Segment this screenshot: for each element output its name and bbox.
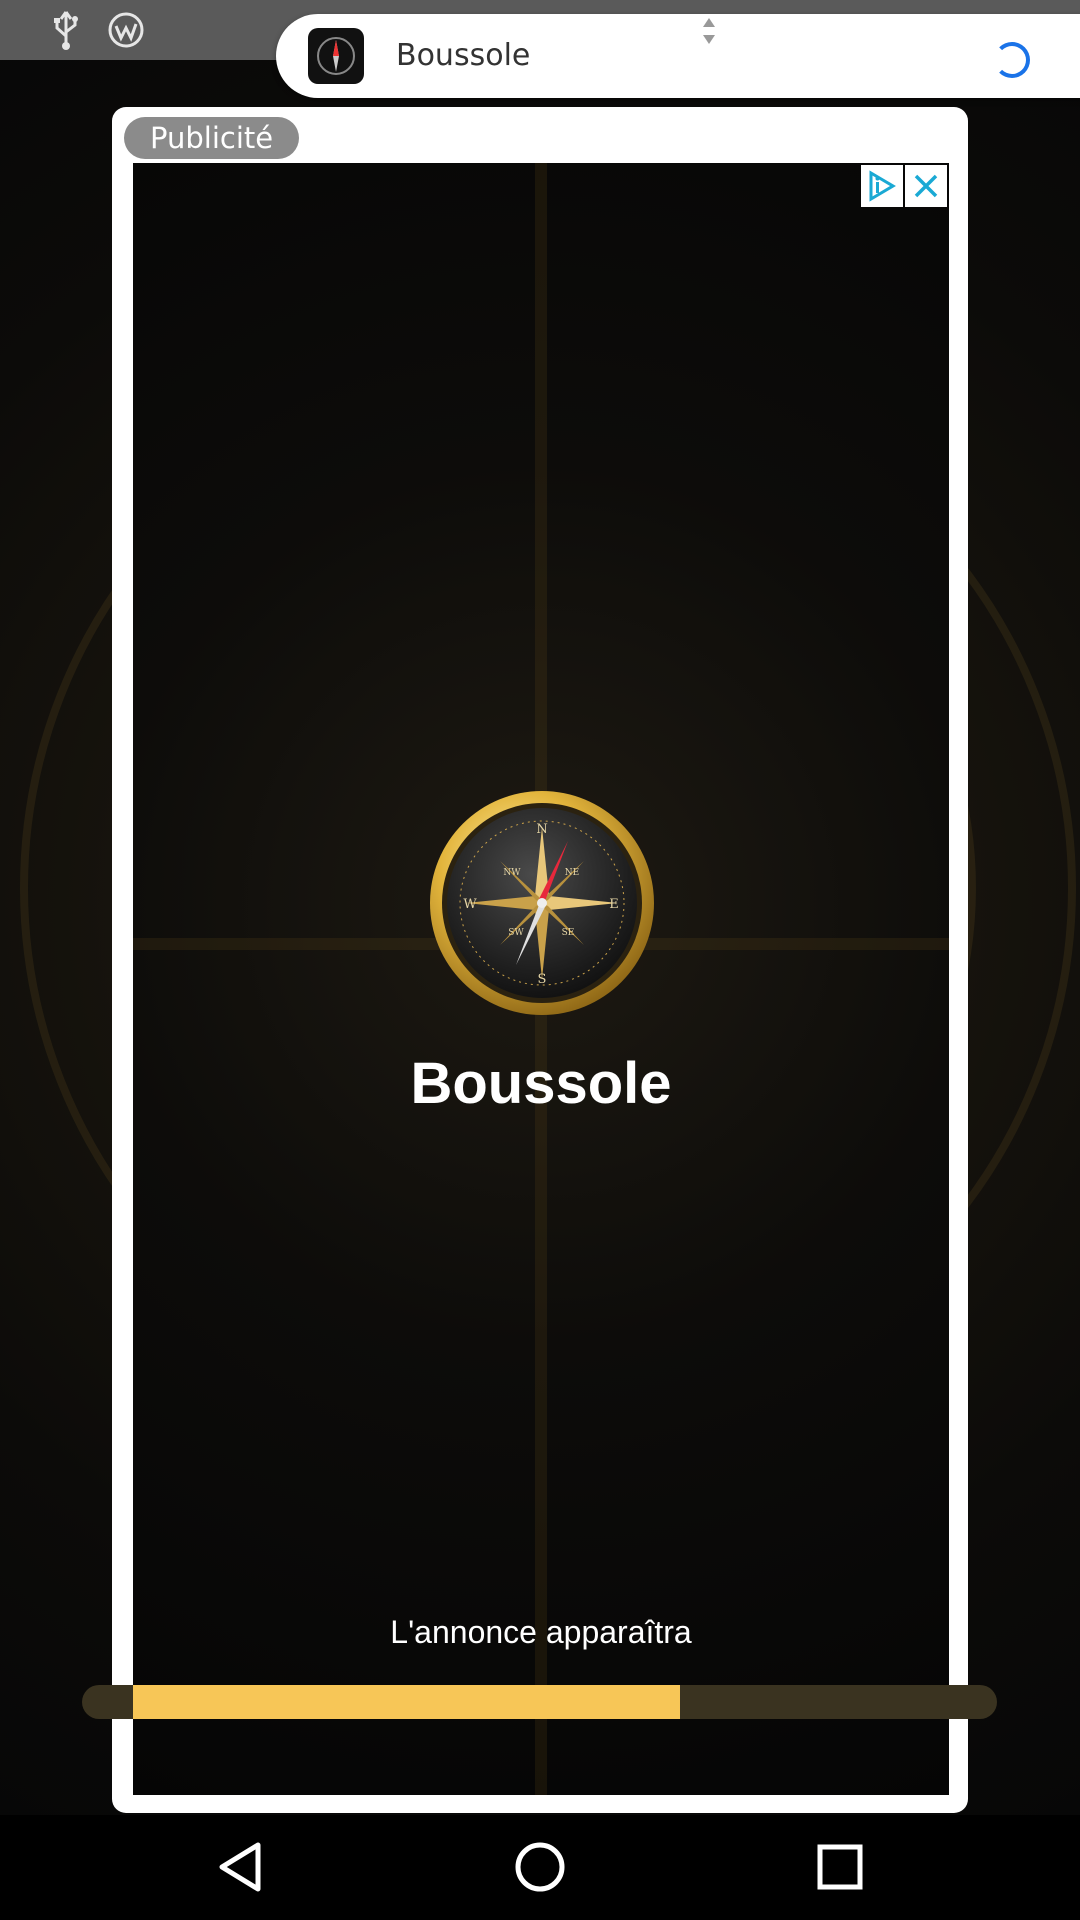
drag-handle-icon[interactable] [694, 14, 724, 48]
usb-icon [44, 8, 88, 52]
compass-letter-w: W [463, 897, 477, 912]
progress-fill [133, 1685, 680, 1719]
ad-loading-text: L'annonce apparaîtra [390, 1614, 692, 1650]
compass-app-icon [308, 28, 364, 84]
compass-logo: N S W E NW NE SW SE [428, 789, 656, 1017]
loading-spinner-icon [994, 42, 1030, 78]
close-icon[interactable] [905, 165, 947, 207]
navigation-bar [0, 1815, 1080, 1920]
adchoices-icon[interactable] [861, 165, 903, 207]
compass-letter-nw: NW [503, 868, 521, 878]
ad-app-title: Boussole [410, 1051, 672, 1116]
home-icon[interactable] [508, 1835, 572, 1899]
back-icon[interactable] [208, 1835, 272, 1899]
compass-letter-ne: NE [565, 868, 579, 878]
compass-letter-n: N [536, 822, 547, 837]
compass-letter-sw: SW [508, 928, 524, 938]
heads-up-notification[interactable]: Boussole [276, 14, 1080, 98]
app-notification-icon [104, 8, 148, 52]
compass-letter-se: SE [562, 928, 575, 938]
compass-letter-s: S [538, 972, 547, 987]
notification-title: Boussole [396, 38, 531, 73]
ad-label: Publicité [124, 117, 300, 159]
recents-icon[interactable] [808, 1835, 872, 1899]
compass-letter-e: E [609, 897, 619, 912]
